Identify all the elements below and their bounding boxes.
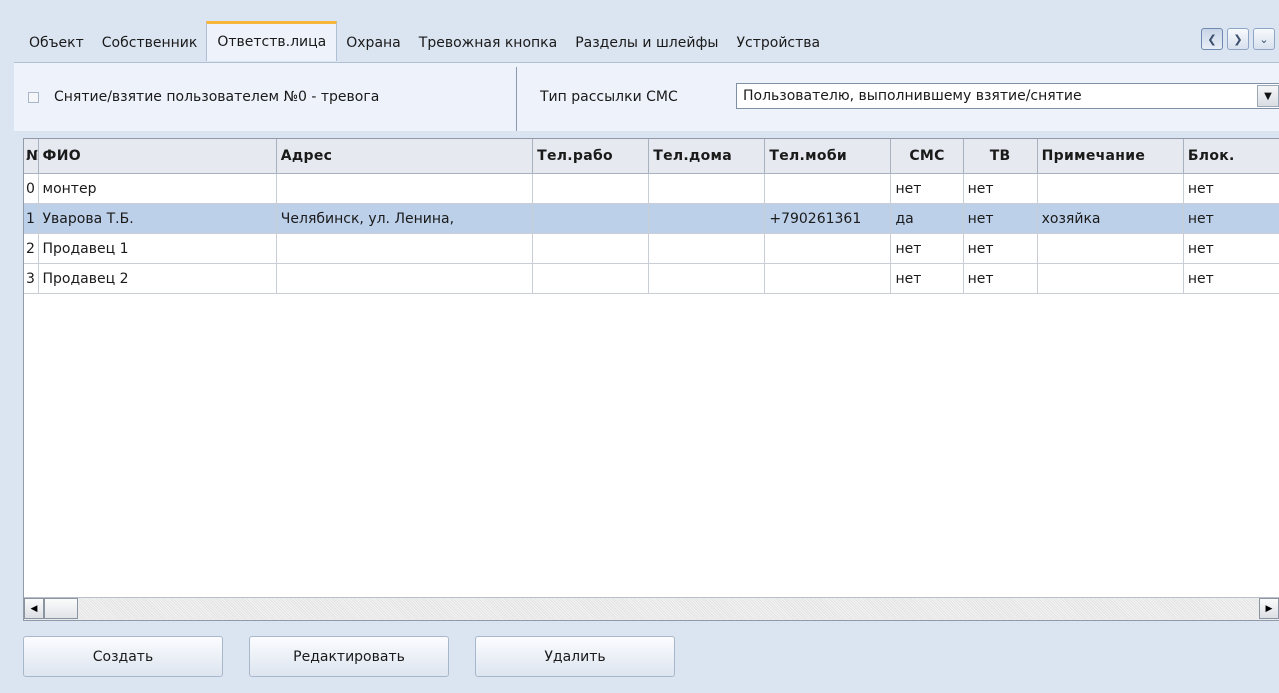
cell-note (1037, 233, 1184, 264)
chevron-left-icon: ❮ (1207, 32, 1217, 46)
cell-number: 3 (24, 263, 39, 294)
responsible-persons-table: № ФИО Адрес Тел.рабо Тел.дома Тел.моби С… (24, 139, 1279, 294)
column-header-home-phone[interactable]: Тел.дома (648, 139, 766, 174)
sms-type-label: Тип рассылки СМС (540, 89, 678, 105)
cell-name: Продавец 2 (38, 263, 277, 294)
cell-block: нет (1183, 173, 1279, 204)
edit-button[interactable]: Редактировать (249, 636, 449, 677)
column-header-address[interactable]: Адрес (276, 139, 534, 174)
table-row-selected[interactable]: 1 Уварова Т.Б. Челябинск, ул. Ленина, +7… (24, 203, 1279, 234)
tab-prev-button[interactable]: ❮ (1201, 28, 1223, 50)
scrollbar-thumb[interactable] (44, 598, 78, 619)
cell-tv: нет (963, 263, 1038, 294)
alarm-on-user0-checkbox[interactable] (28, 92, 39, 103)
cell-tv: нет (963, 233, 1038, 264)
cell-work-phone (532, 173, 650, 204)
cell-home-phone (648, 233, 766, 264)
cell-work-phone (532, 263, 650, 294)
cell-address (276, 263, 534, 294)
column-header-sms[interactable]: СМС (890, 139, 964, 174)
cell-work-phone (532, 233, 650, 264)
create-button[interactable]: Создать (23, 636, 223, 677)
options-panel: Снятие/взятие пользователем №0 - тревога… (14, 62, 1279, 131)
cell-number: 0 (24, 173, 39, 204)
cell-note: хозяйка (1037, 203, 1184, 234)
cell-address (276, 173, 534, 204)
cell-note (1037, 173, 1184, 204)
cell-block: нет (1183, 263, 1279, 294)
column-header-note[interactable]: Примечание (1037, 139, 1184, 174)
table-row[interactable]: 0 монтер нет нет нет (24, 173, 1279, 204)
tab-navigation: ❮ ❯ ⌄ (1201, 28, 1275, 50)
dropdown-arrow-icon[interactable]: ▼ (1257, 85, 1279, 107)
cell-work-phone (532, 203, 650, 234)
tab-list-button[interactable]: ⌄ (1253, 28, 1275, 50)
cell-address: Челябинск, ул. Ленина, (276, 203, 534, 234)
table-row[interactable]: 3 Продавец 2 нет нет нет (24, 263, 1279, 294)
scroll-left-button[interactable]: ◀ (24, 598, 44, 619)
cell-sms: нет (890, 263, 964, 294)
tab-panic-button[interactable]: Тревожная кнопка (410, 23, 566, 62)
cell-mobile-phone: +790261361 (764, 203, 892, 234)
cell-tv: нет (963, 173, 1038, 204)
column-header-work-phone[interactable]: Тел.рабо (532, 139, 650, 174)
tab-devices[interactable]: Устройства (727, 23, 829, 62)
cell-mobile-phone (764, 263, 892, 294)
table-row[interactable]: 2 Продавец 1 нет нет нет (24, 233, 1279, 264)
cell-name: монтер (38, 173, 277, 204)
cell-mobile-phone (764, 173, 892, 204)
tab-strip: Объект Собственник Ответств.лица Охрана … (0, 0, 1279, 62)
cell-tv: нет (963, 203, 1038, 234)
cell-sms: нет (890, 173, 964, 204)
column-header-number[interactable]: № (24, 139, 39, 174)
cell-block: нет (1183, 233, 1279, 264)
table-header-row: № ФИО Адрес Тел.рабо Тел.дома Тел.моби С… (24, 139, 1279, 174)
scroll-left-arrow-icon: ◀ (30, 603, 38, 614)
tab-object[interactable]: Объект (20, 23, 93, 62)
scroll-right-arrow-icon: ▶ (1265, 603, 1273, 614)
sms-type-select[interactable]: Пользователю, выполнившему взятие/снятие… (736, 83, 1279, 109)
column-header-tv[interactable]: ТВ (963, 139, 1038, 174)
alarm-on-user0-label: Снятие/взятие пользователем №0 - тревога (54, 89, 380, 105)
cell-home-phone (648, 173, 766, 204)
tab-list: Объект Собственник Ответств.лица Охрана … (20, 21, 829, 62)
options-divider (516, 67, 517, 131)
cell-sms: да (890, 203, 964, 234)
tab-responsible-persons[interactable]: Ответств.лица (206, 21, 338, 61)
column-header-name[interactable]: ФИО (38, 139, 277, 174)
cell-name: Продавец 1 (38, 233, 277, 264)
cell-home-phone (648, 203, 766, 234)
column-header-block[interactable]: Блок. (1183, 139, 1279, 174)
tab-security[interactable]: Охрана (337, 23, 410, 62)
cell-number: 1 (24, 203, 39, 234)
scroll-right-button[interactable]: ▶ (1259, 598, 1279, 619)
tab-owner[interactable]: Собственник (93, 23, 207, 62)
tab-partitions-loops[interactable]: Разделы и шлейфы (566, 23, 727, 62)
horizontal-scrollbar[interactable]: ◀ ▶ (24, 597, 1279, 620)
cell-home-phone (648, 263, 766, 294)
cell-mobile-phone (764, 233, 892, 264)
cell-address (276, 233, 534, 264)
cell-note (1037, 263, 1184, 294)
cell-block: нет (1183, 203, 1279, 234)
cell-name: Уварова Т.Б. (38, 203, 277, 234)
cell-number: 2 (24, 233, 39, 264)
tab-next-button[interactable]: ❯ (1227, 28, 1249, 50)
chevron-down-icon: ⌄ (1259, 32, 1269, 46)
chevron-right-icon: ❯ (1233, 32, 1243, 46)
responsible-persons-grid: № ФИО Адрес Тел.рабо Тел.дома Тел.моби С… (23, 138, 1279, 621)
column-header-mobile-phone[interactable]: Тел.моби (764, 139, 892, 174)
delete-button[interactable]: Удалить (475, 636, 675, 677)
sms-type-value: Пользователю, выполнившему взятие/снятие (743, 88, 1082, 104)
cell-sms: нет (890, 233, 964, 264)
